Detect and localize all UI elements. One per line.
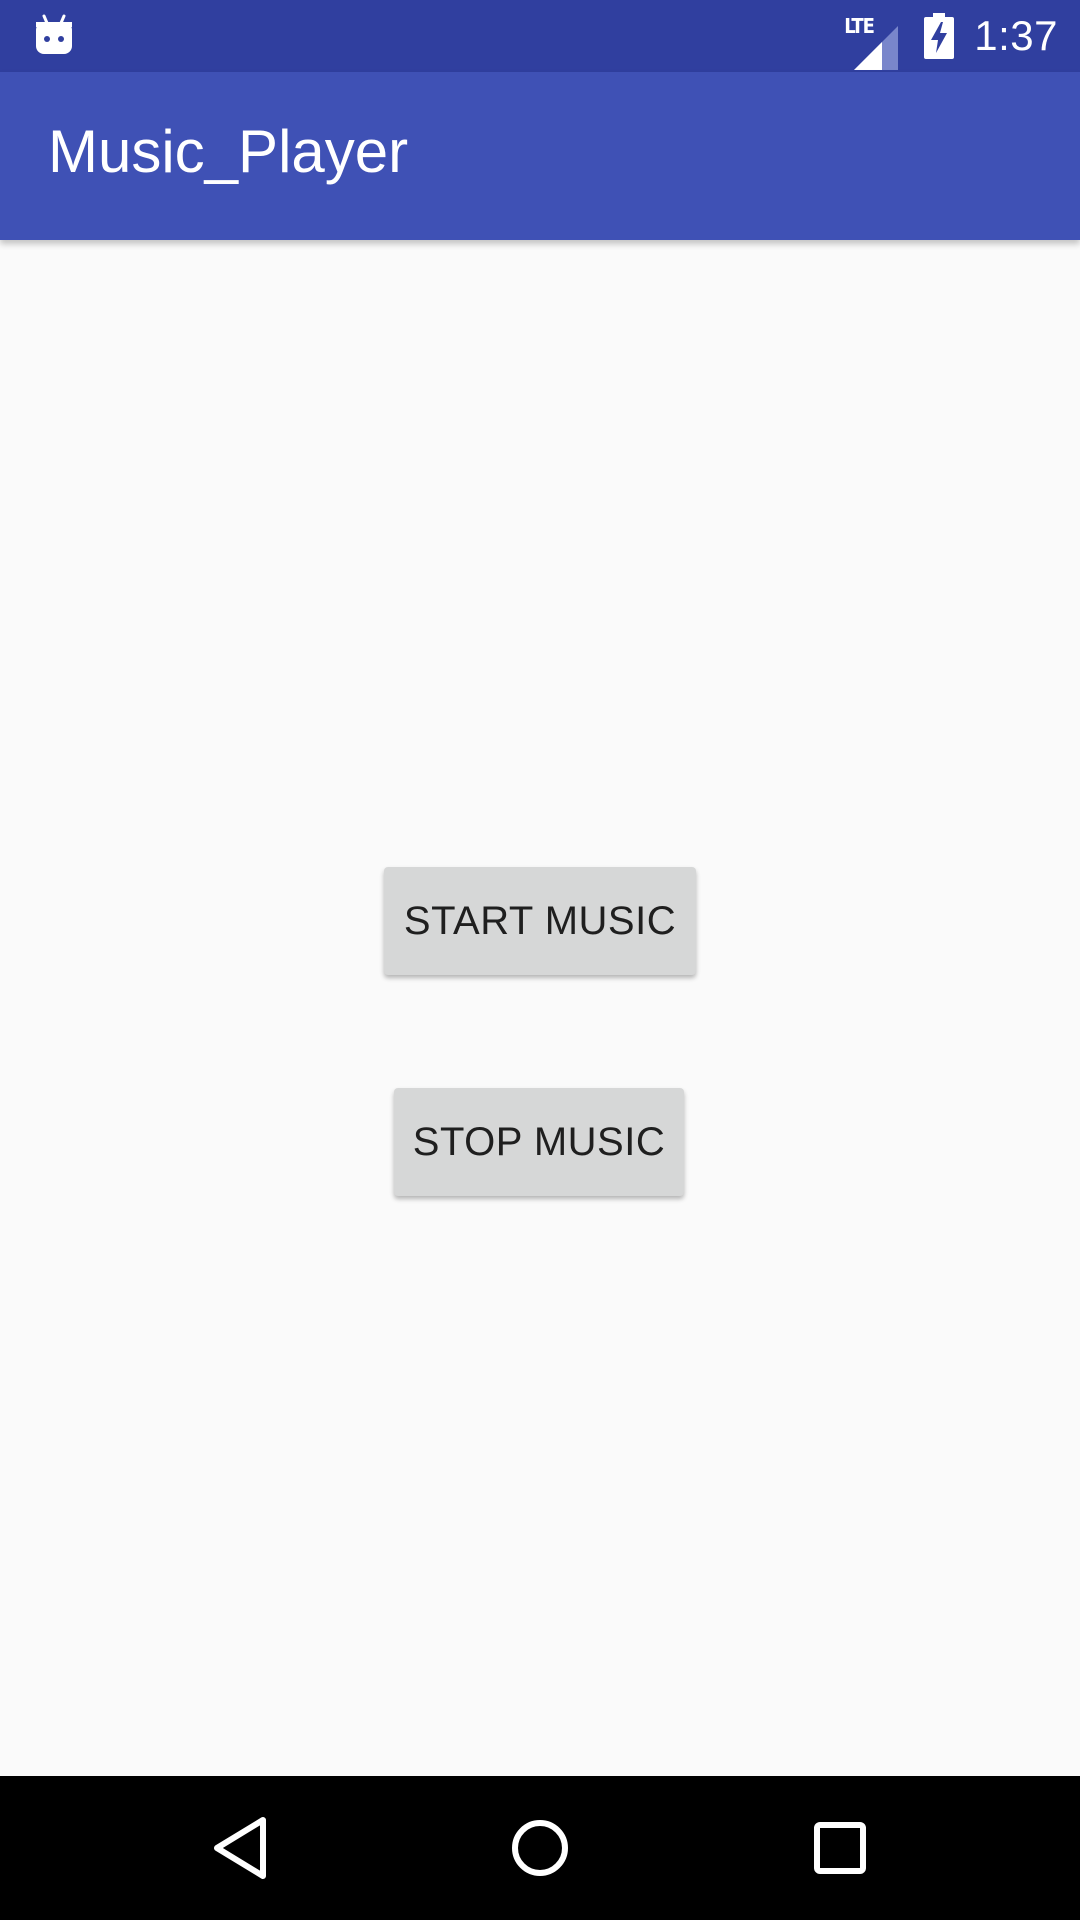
screen: LTE 1:37 Music_Player START MUSIC STOP M… [0,0,1080,1920]
main-content: START MUSIC STOP MUSIC [0,240,1080,1776]
stop-music-button[interactable]: STOP MUSIC [394,1088,684,1196]
recents-square-icon[interactable] [798,1806,882,1890]
android-debug-icon [36,14,72,54]
status-icons: LTE 1:37 [844,0,1058,72]
battery-charging-icon [924,13,955,59]
navigation-bar [0,1776,1080,1920]
home-circle-icon[interactable] [498,1806,582,1890]
status-clock: 1:37 [974,12,1058,59]
signal-group: LTE [844,12,900,70]
back-triangle-icon[interactable] [199,1806,283,1890]
status-bar: LTE 1:37 [0,0,1080,72]
cell-signal-icon [854,26,899,70]
app-bar: Music_Player [0,72,1080,240]
start-music-button[interactable]: START MUSIC [384,867,696,975]
app-title: Music_Player [48,118,409,185]
